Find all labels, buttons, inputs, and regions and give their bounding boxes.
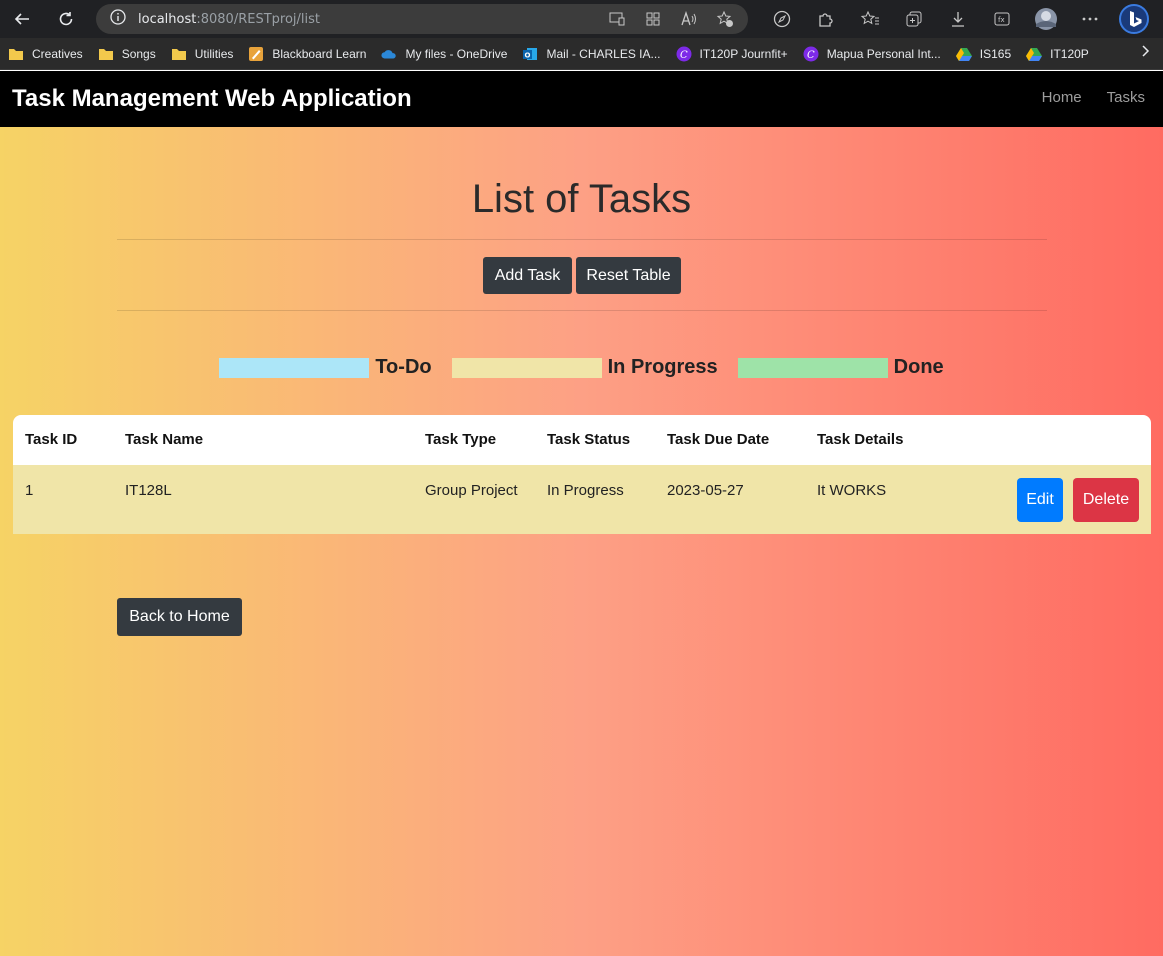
page-title: List of Tasks xyxy=(471,177,692,221)
refresh-icon[interactable] xyxy=(50,3,82,35)
back-icon[interactable] xyxy=(6,3,38,35)
read-aloud-icon[interactable] xyxy=(678,8,700,30)
apps-icon[interactable] xyxy=(642,8,664,30)
bookmark-utilities[interactable]: Utilities xyxy=(171,46,233,62)
table-row: 1 IT128L Group Project In Progress 2023-… xyxy=(13,465,1151,534)
col-task-id: Task ID xyxy=(25,431,78,448)
done-swatch xyxy=(737,357,888,378)
folder-icon xyxy=(8,46,24,62)
cell-task-details: It WORKS xyxy=(817,482,887,499)
url-path: :8080/RESTproj/list xyxy=(196,11,320,27)
address-bar[interactable]: localhost:8080/RESTproj/list xyxy=(96,4,748,34)
app-navbar: Task Management Web Application Home Tas… xyxy=(0,71,1163,127)
col-task-details: Task Details xyxy=(817,431,904,448)
bookmark-it120p-journfit[interactable]: C IT120P Journfit+ xyxy=(676,46,788,62)
blackboard-icon xyxy=(248,46,264,62)
folder-icon xyxy=(171,46,187,62)
svg-text:C: C xyxy=(807,50,815,61)
bookmarks-bar: Creatives Songs Utilities Blackboard Lea… xyxy=(0,38,1163,70)
favorites-icon[interactable] xyxy=(848,0,892,38)
cast-icon[interactable] xyxy=(606,8,628,30)
add-task-button[interactable]: Add Task xyxy=(483,257,572,294)
bing-icon[interactable] xyxy=(1112,0,1156,38)
main-content: List of Tasks Add Task Reset Table To-Do… xyxy=(0,127,1163,956)
extensions-icon[interactable] xyxy=(804,0,848,38)
downloads-icon[interactable] xyxy=(936,0,980,38)
onedrive-icon xyxy=(381,46,397,62)
svg-text:fx: fx xyxy=(998,16,1005,24)
outlook-icon: O xyxy=(522,46,538,62)
todo-swatch xyxy=(219,357,370,378)
col-task-name: Task Name xyxy=(125,431,204,448)
svg-text:C: C xyxy=(680,50,688,61)
bookmark-is165[interactable]: IS165 xyxy=(955,46,1011,62)
delete-button[interactable]: Delete xyxy=(1073,478,1139,522)
bookmark-mail[interactable]: O Mail - CHARLES IA... xyxy=(522,46,661,62)
svg-text:O: O xyxy=(525,51,531,59)
cell-task-name: IT128L xyxy=(125,482,172,499)
legend-done: Done xyxy=(893,356,944,378)
bookmark-it120p[interactable]: IT120P xyxy=(1026,46,1089,62)
bookmark-mapua[interactable]: C Mapua Personal Int... xyxy=(803,46,941,62)
folder-icon xyxy=(98,46,114,62)
tasks-table: Task ID Task Name Task Type Task Status … xyxy=(13,415,1151,534)
bookmark-songs[interactable]: Songs xyxy=(98,46,156,62)
bookmark-onedrive[interactable]: My files - OneDrive xyxy=(381,46,507,62)
back-to-home-button[interactable]: Back to Home xyxy=(117,598,242,636)
table-header: Task ID Task Name Task Type Task Status … xyxy=(13,415,1151,465)
bookmark-blackboard[interactable]: Blackboard Learn xyxy=(248,46,366,62)
col-task-type: Task Type xyxy=(425,431,497,448)
legend-todo: To-Do xyxy=(375,356,432,378)
more-icon[interactable] xyxy=(1068,0,1112,38)
profile-avatar[interactable] xyxy=(1024,0,1068,38)
col-task-due-date: Task Due Date xyxy=(667,431,770,448)
status-legend: To-Do In Progress Done xyxy=(0,356,1163,379)
add-favorite-icon[interactable] xyxy=(714,8,736,30)
cell-task-due-date: 2023-05-27 xyxy=(667,482,744,499)
nav-home-link[interactable]: Home xyxy=(1042,89,1082,106)
canva-icon: C xyxy=(803,46,819,62)
cell-task-id: 1 xyxy=(25,482,34,499)
chevron-right-icon[interactable] xyxy=(1141,44,1151,62)
divider xyxy=(117,239,1047,240)
url-host: localhost xyxy=(138,11,197,27)
info-icon[interactable] xyxy=(110,9,126,29)
collections-icon[interactable] xyxy=(892,0,936,38)
screenshot-icon[interactable]: fx xyxy=(980,0,1024,38)
cell-task-type: Group Project xyxy=(425,482,518,499)
bookmark-creatives[interactable]: Creatives xyxy=(8,46,83,62)
divider xyxy=(117,310,1047,311)
brand-title[interactable]: Task Management Web Application xyxy=(12,85,412,113)
compass-icon[interactable] xyxy=(760,0,804,38)
reset-table-button[interactable]: Reset Table xyxy=(576,257,681,294)
nav-tasks-link[interactable]: Tasks xyxy=(1107,89,1145,106)
col-task-status: Task Status xyxy=(547,431,631,448)
browser-toolbar-right: fx xyxy=(760,0,1156,38)
canva-icon: C xyxy=(676,46,692,62)
legend-in-progress: In Progress xyxy=(607,356,718,378)
drive-icon xyxy=(1026,46,1043,62)
drive-icon xyxy=(955,46,972,62)
in-progress-swatch xyxy=(451,357,602,378)
cell-task-status: In Progress xyxy=(547,482,624,499)
edit-button[interactable]: Edit xyxy=(1017,478,1063,522)
